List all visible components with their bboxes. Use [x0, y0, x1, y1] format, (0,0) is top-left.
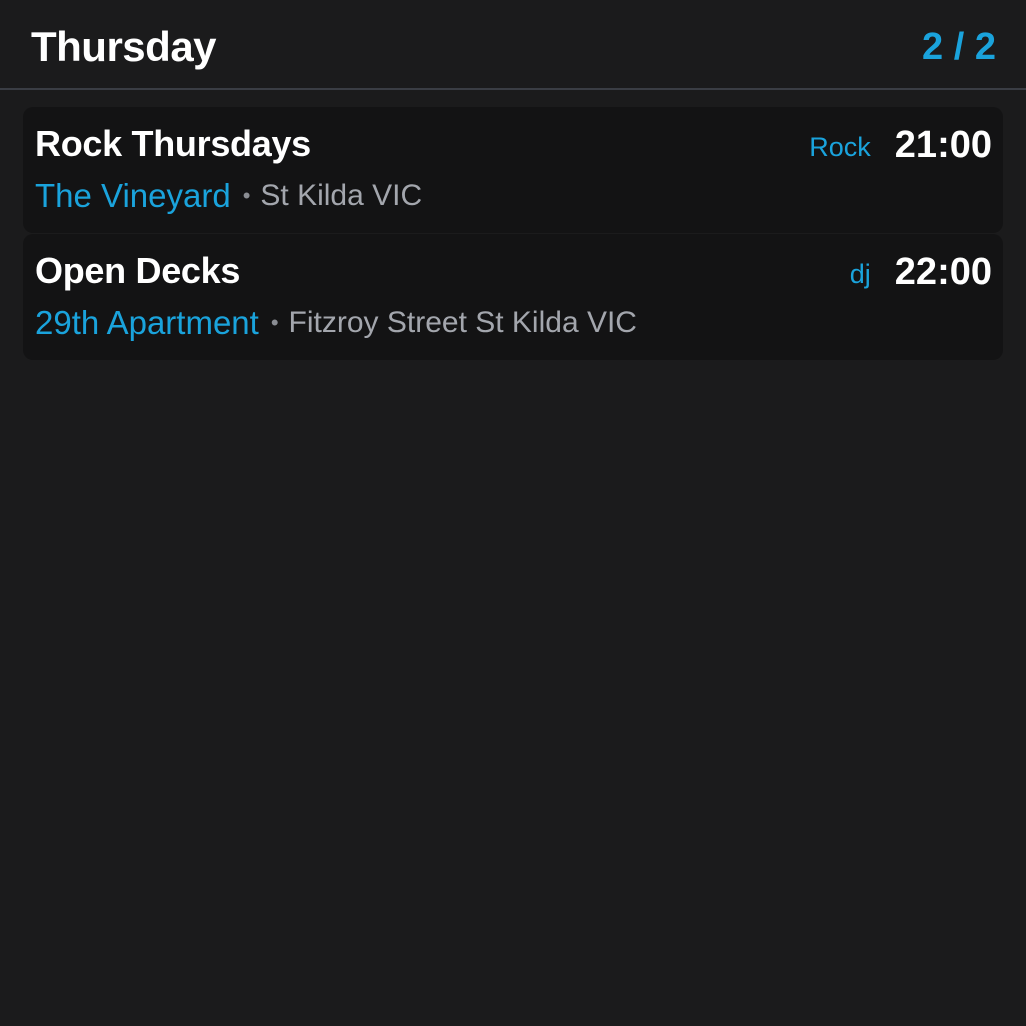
event-card[interactable]: Rock Thursdays Rock 21:00 The Vineyard •…	[23, 107, 1003, 233]
event-title: Rock Thursdays	[35, 123, 311, 164]
separator-dot: •	[270, 310, 279, 335]
event-genre-tag: dj	[849, 259, 871, 289]
event-title: Open Decks	[35, 250, 241, 291]
day-header: Thursday 2 / 2	[0, 0, 1026, 90]
event-location: The Vineyard • St Kilda VIC	[35, 175, 422, 217]
page-counter: 2 / 2	[922, 26, 996, 68]
event-card[interactable]: Open Decks dj 22:00 29th Apartment • Fit…	[23, 234, 1003, 360]
event-meta: dj 22:00	[850, 250, 992, 294]
event-genre-tag: Rock	[809, 132, 871, 162]
event-time: 21:00	[894, 124, 992, 166]
venue-address: Fitzroy Street St Kilda VIC	[288, 306, 637, 339]
event-time: 22:00	[894, 251, 992, 293]
venue-name-link[interactable]: The Vineyard	[35, 176, 231, 216]
day-title: Thursday	[31, 23, 217, 70]
separator-dot: •	[242, 183, 251, 208]
event-list: Rock Thursdays Rock 21:00 The Vineyard •…	[23, 107, 1003, 361]
venue-name-link[interactable]: 29th Apartment	[35, 303, 259, 343]
event-location: 29th Apartment • Fitzroy Street St Kilda…	[35, 302, 637, 344]
venue-address: St Kilda VIC	[260, 179, 423, 212]
event-meta: Rock 21:00	[809, 123, 992, 167]
